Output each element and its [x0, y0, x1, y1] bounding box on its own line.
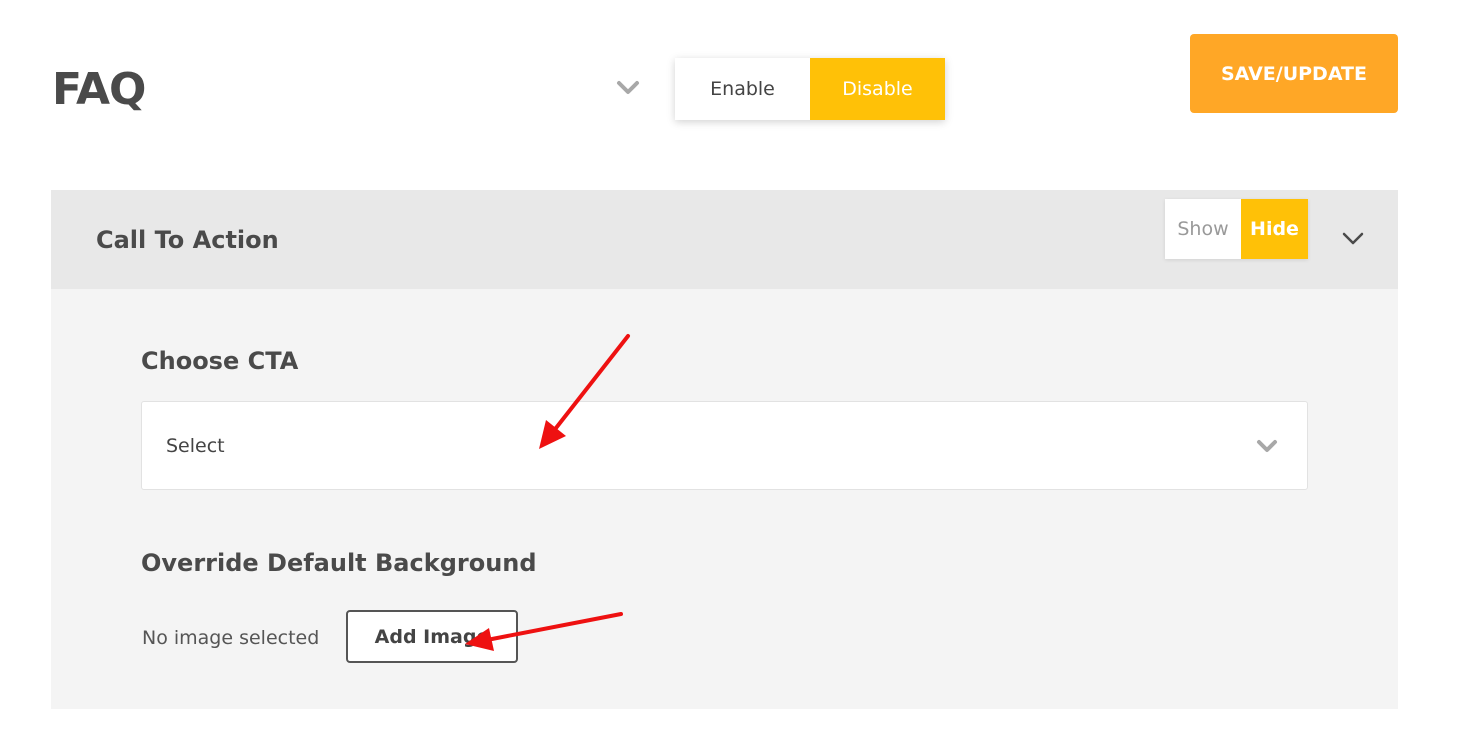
disable-option[interactable]: Disable — [810, 58, 945, 120]
add-image-button[interactable]: Add Image — [346, 610, 518, 663]
override-background-label: Override Default Background — [141, 549, 537, 577]
page-title: FAQ — [52, 64, 146, 115]
panel-title: Call To Action — [96, 226, 279, 254]
chevron-down-icon[interactable] — [1340, 230, 1366, 248]
call-to-action-panel: Call To Action Show Hide Choose CTA Sele… — [51, 190, 1398, 709]
panel-header[interactable]: Call To Action Show Hide — [51, 190, 1398, 289]
cta-select[interactable]: Select — [141, 401, 1308, 490]
visibility-toggle: Show Hide — [1165, 199, 1308, 259]
show-option[interactable]: Show — [1165, 199, 1241, 259]
save-update-button[interactable]: SAVE/UPDATE — [1190, 34, 1398, 113]
hide-option[interactable]: Hide — [1241, 199, 1308, 259]
choose-cta-label: Choose CTA — [141, 347, 299, 375]
chevron-down-icon — [1257, 440, 1277, 452]
enable-option[interactable]: Enable — [675, 58, 810, 120]
page: FAQ Enable Disable SAVE/UPDATE Call To A… — [0, 0, 1458, 738]
image-status-text: No image selected — [142, 627, 320, 649]
cta-select-value: Select — [166, 435, 225, 457]
chevron-down-icon[interactable] — [615, 78, 641, 98]
status-toggle: Enable Disable — [675, 58, 945, 120]
